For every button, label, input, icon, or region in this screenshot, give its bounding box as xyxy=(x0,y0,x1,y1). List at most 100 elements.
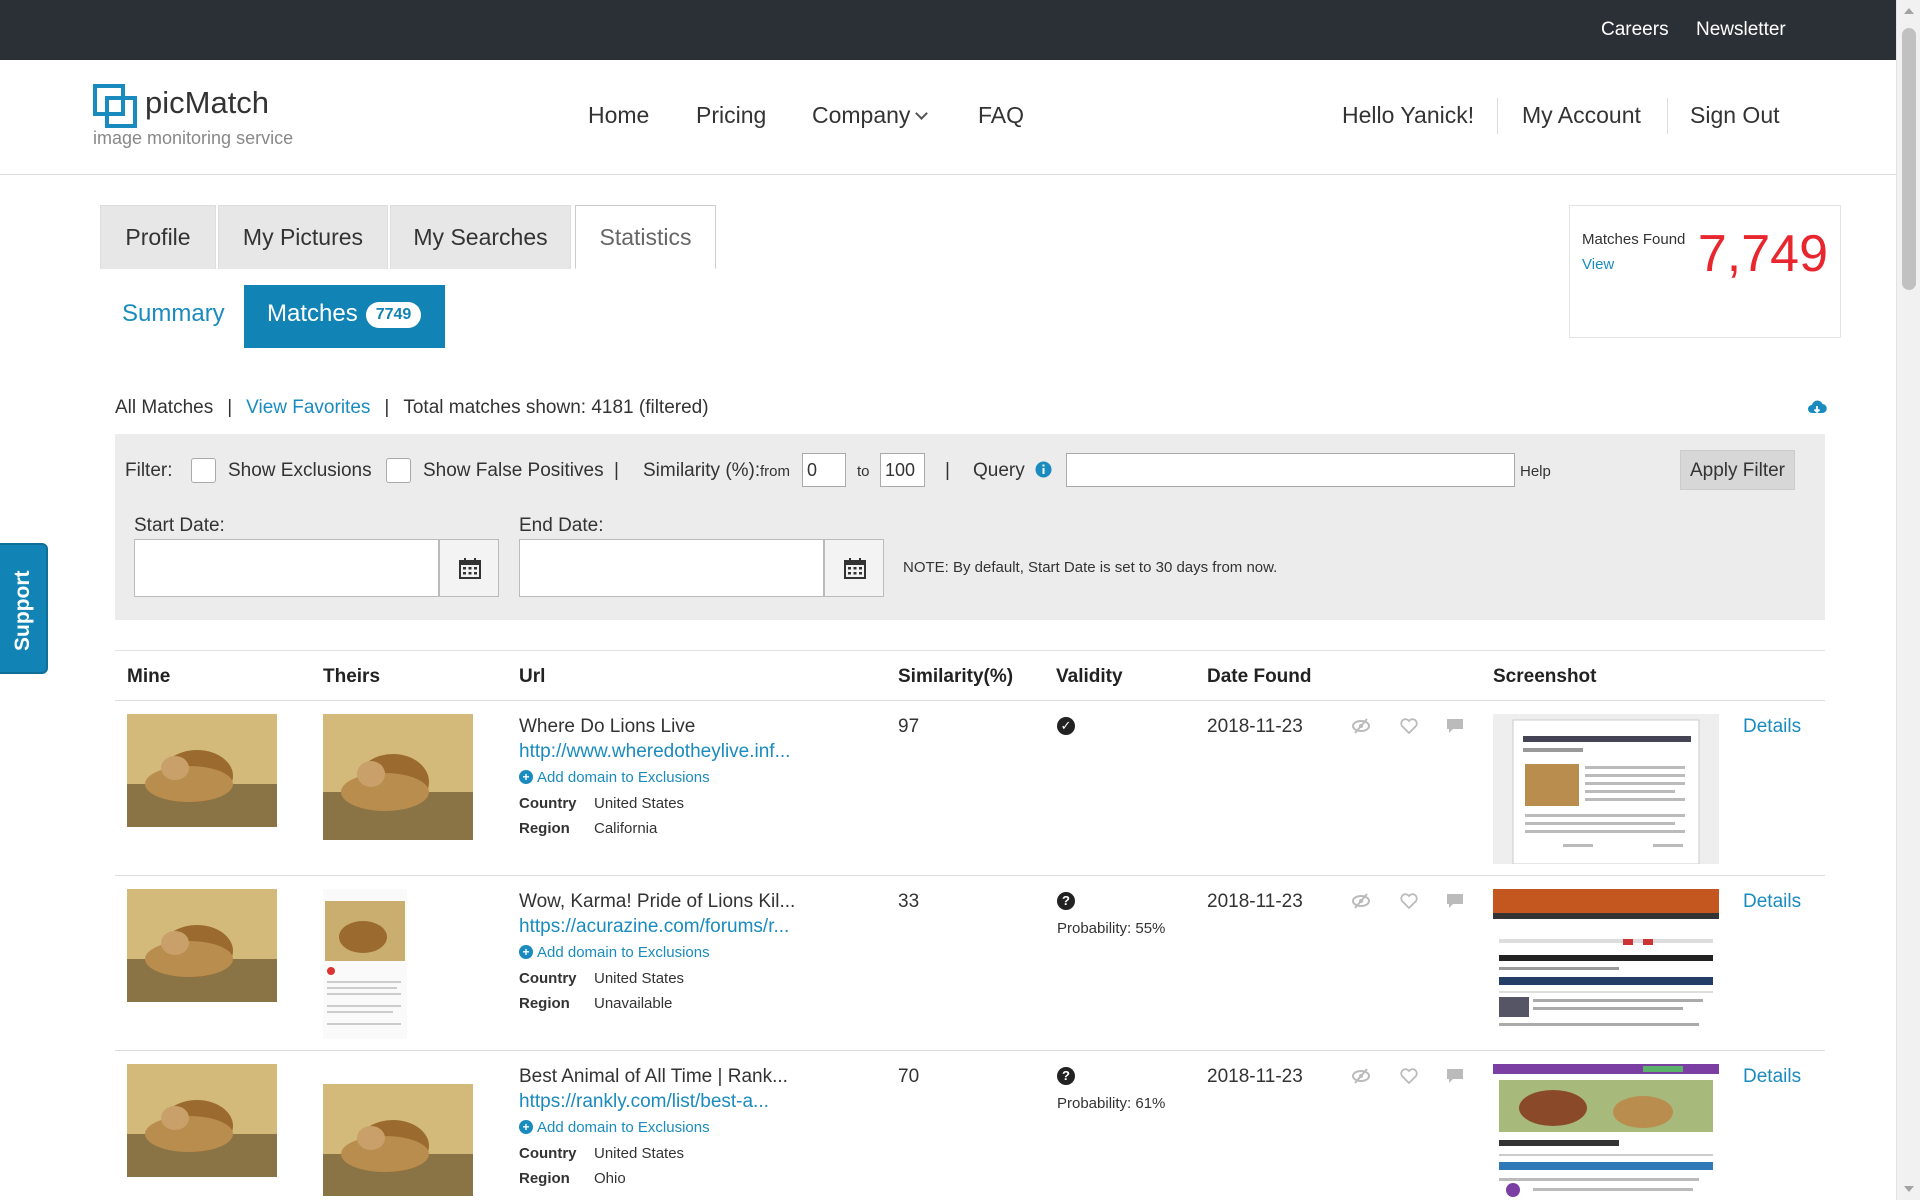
start-date-label: Start Date: xyxy=(134,515,225,536)
add-to-exclusions-link[interactable]: + Add domain to Exclusions xyxy=(519,944,710,961)
hide-eye-icon[interactable] xyxy=(1351,717,1371,735)
row-divider xyxy=(115,875,1825,876)
their-image-thumbnail[interactable] xyxy=(323,714,473,840)
screenshot-thumbnail[interactable] xyxy=(1493,714,1719,864)
scroll-up-arrow-icon[interactable] xyxy=(1904,8,1914,14)
separator: | xyxy=(384,397,390,418)
matches-view-link[interactable]: View xyxy=(1582,256,1614,273)
header-divider xyxy=(1667,98,1668,134)
hide-eye-icon[interactable] xyxy=(1351,1067,1371,1085)
my-account-link[interactable]: My Account xyxy=(1522,102,1641,129)
similarity-from-input[interactable] xyxy=(802,453,846,487)
scroll-down-arrow-icon[interactable] xyxy=(1904,1186,1914,1192)
query-help-link[interactable]: Help xyxy=(1520,463,1551,480)
matches-found-label: Matches Found xyxy=(1582,231,1686,248)
favorite-heart-icon[interactable] xyxy=(1399,1067,1419,1085)
sign-out-link[interactable]: Sign Out xyxy=(1690,102,1780,129)
country-label: Country xyxy=(519,795,577,812)
nav-pricing[interactable]: Pricing xyxy=(696,102,766,129)
similarity-value: 97 xyxy=(898,716,920,737)
start-date-picker-button[interactable] xyxy=(439,539,499,597)
screenshot-thumbnail[interactable] xyxy=(1493,1064,1719,1200)
list-header: All Matches | View Favorites | Total matches… xyxy=(115,397,709,419)
date-note: NOTE: By default, Start Date is set to 3… xyxy=(903,559,1278,576)
country-label: Country xyxy=(519,1145,577,1162)
view-favorites-link[interactable]: View Favorites xyxy=(246,397,370,418)
nav-company[interactable]: Company xyxy=(812,102,929,129)
my-image-thumbnail[interactable] xyxy=(127,1064,277,1177)
add-to-exclusions-label: Add domain to Exclusions xyxy=(537,769,710,786)
scrollbar-thumb[interactable] xyxy=(1902,28,1916,290)
query-label: Query xyxy=(973,460,1025,481)
filter-label: Filter: xyxy=(125,460,173,481)
matches-found-count: 7,749 xyxy=(1697,225,1828,283)
tab-statistics[interactable]: Statistics xyxy=(575,205,716,269)
subtab-matches[interactable]: Matches 7749 xyxy=(244,285,445,348)
valid-check-icon: ✓ xyxy=(1057,717,1075,735)
match-url-link[interactable]: http://www.wheredotheylive.inf... xyxy=(519,741,790,763)
newsletter-link[interactable]: Newsletter xyxy=(1696,19,1786,41)
similarity-to-input[interactable] xyxy=(880,453,925,487)
header-divider xyxy=(1497,98,1498,134)
favorite-heart-icon[interactable] xyxy=(1399,892,1419,910)
plus-circle-icon: + xyxy=(519,945,533,959)
calendar-icon xyxy=(459,558,481,579)
their-image-thumbnail[interactable] xyxy=(323,889,407,1039)
total-matches-text: Total matches shown: 4181 (filtered) xyxy=(403,397,709,418)
favorite-heart-icon[interactable] xyxy=(1399,717,1419,735)
region-value: Unavailable xyxy=(594,995,673,1012)
similarity-from-label: from xyxy=(760,463,790,480)
comment-icon[interactable] xyxy=(1445,717,1465,735)
screenshot-thumbnail[interactable] xyxy=(1493,889,1719,1037)
support-tab[interactable]: Support xyxy=(0,543,48,674)
show-exclusions-checkbox[interactable] xyxy=(191,458,216,483)
end-date-input[interactable] xyxy=(519,539,824,597)
similarity-label: Similarity (%): xyxy=(643,460,761,481)
nav-home[interactable]: Home xyxy=(588,102,649,129)
page-scrollbar[interactable] xyxy=(1896,0,1920,1200)
brand-name[interactable]: picMatch xyxy=(145,85,269,121)
match-title: Wow, Karma! Pride of Lions Kil... xyxy=(519,891,796,912)
nav-faq[interactable]: FAQ xyxy=(978,102,1024,129)
matches-found-box: Matches Found View 7,749 xyxy=(1569,205,1841,338)
similarity-value: 33 xyxy=(898,891,920,912)
match-url-link[interactable]: https://rankly.com/list/best-a... xyxy=(519,1091,769,1113)
country-value: United States xyxy=(594,1145,685,1162)
subtab-summary[interactable]: Summary xyxy=(122,300,225,328)
add-to-exclusions-link[interactable]: + Add domain to Exclusions xyxy=(519,1119,710,1136)
tab-profile[interactable]: Profile xyxy=(100,205,216,269)
subtab-matches-label: Matches xyxy=(267,300,358,327)
add-to-exclusions-label: Add domain to Exclusions xyxy=(537,944,710,961)
hide-eye-icon[interactable] xyxy=(1351,892,1371,910)
col-header-screenshot: Screenshot xyxy=(1493,666,1597,687)
comment-icon[interactable] xyxy=(1445,1067,1465,1085)
show-false-positives-checkbox[interactable] xyxy=(386,458,411,483)
match-url-link[interactable]: https://acurazine.com/forums/r... xyxy=(519,916,789,938)
col-header-theirs: Theirs xyxy=(323,666,381,687)
col-header-mine: Mine xyxy=(127,666,171,687)
tab-my-pictures[interactable]: My Pictures xyxy=(218,205,388,269)
start-date-input[interactable] xyxy=(134,539,439,597)
apply-filter-button[interactable]: Apply Filter xyxy=(1680,450,1795,490)
match-title: Where Do Lions Live xyxy=(519,716,696,737)
tab-my-searches[interactable]: My Searches xyxy=(390,205,571,269)
details-link[interactable]: Details xyxy=(1743,716,1801,738)
logo-icon[interactable] xyxy=(93,84,137,128)
careers-link[interactable]: Careers xyxy=(1601,19,1669,41)
my-image-thumbnail[interactable] xyxy=(127,889,277,1002)
comment-icon[interactable] xyxy=(1445,892,1465,910)
cloud-download-icon[interactable] xyxy=(1807,398,1827,418)
info-icon[interactable] xyxy=(1035,461,1052,478)
col-header-validity: Validity xyxy=(1056,666,1123,687)
region-value: California xyxy=(594,820,658,837)
add-to-exclusions-link[interactable]: + Add domain to Exclusions xyxy=(519,769,710,786)
probability-text: Probability: 55% xyxy=(1057,920,1166,937)
end-date-picker-button[interactable] xyxy=(824,539,884,597)
show-exclusions-label: Show Exclusions xyxy=(228,460,372,481)
col-header-similarity: Similarity(%) xyxy=(898,666,1014,687)
my-image-thumbnail[interactable] xyxy=(127,714,277,827)
details-link[interactable]: Details xyxy=(1743,1066,1801,1088)
their-image-thumbnail[interactable] xyxy=(323,1084,473,1196)
details-link[interactable]: Details xyxy=(1743,891,1801,913)
query-input[interactable] xyxy=(1066,453,1515,487)
